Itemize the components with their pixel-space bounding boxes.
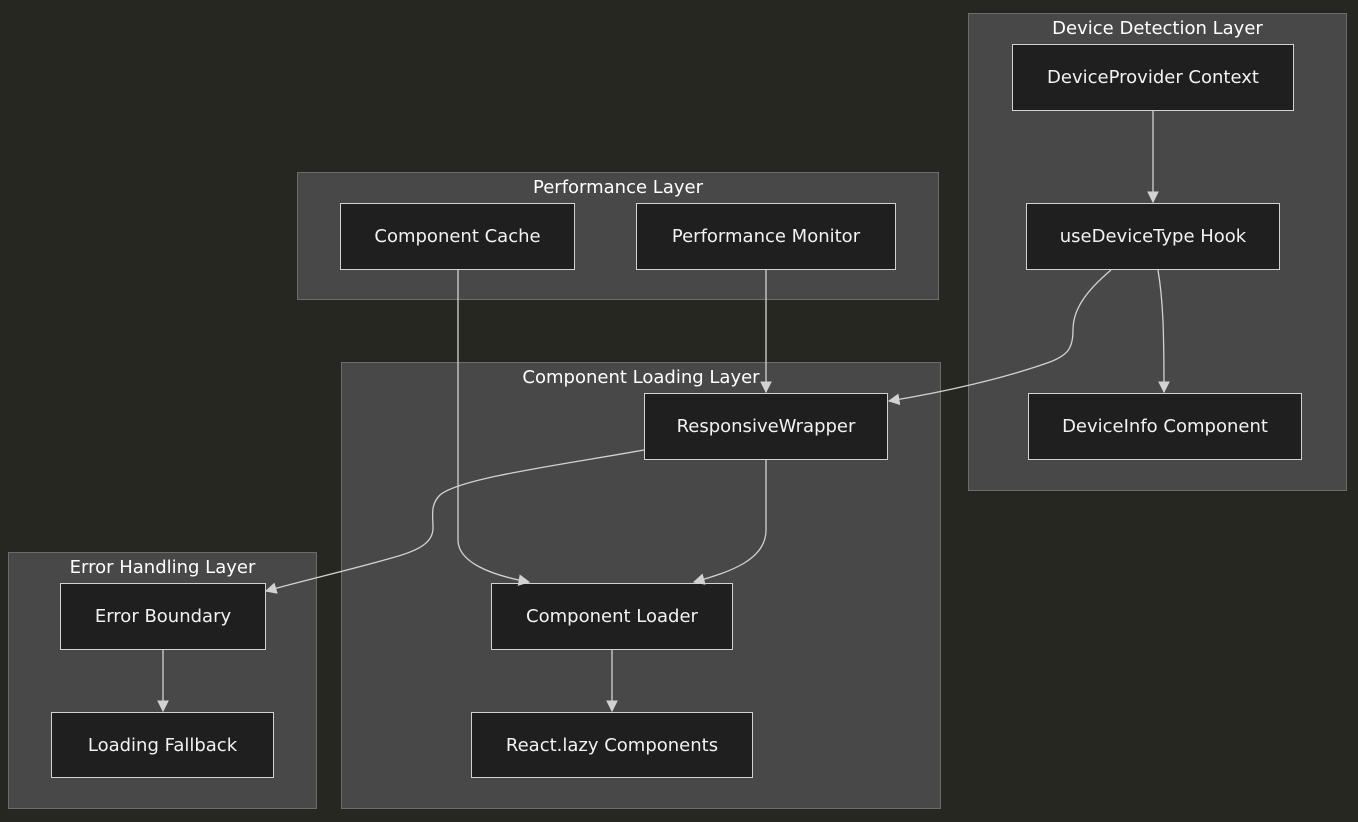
device-detection-layer-title: Device Detection Layer: [1052, 18, 1263, 39]
device-provider-node: DeviceProvider Context: [1012, 44, 1294, 111]
loading-fallback-node: Loading Fallback: [51, 712, 274, 778]
device-info-node: DeviceInfo Component: [1028, 393, 1302, 460]
component-loader-node: Component Loader: [491, 583, 733, 650]
error-boundary-node: Error Boundary: [60, 583, 266, 650]
responsive-wrapper-node: ResponsiveWrapper: [644, 393, 888, 460]
react-lazy-node: React.lazy Components: [471, 712, 753, 778]
component-cache-node: Component Cache: [340, 203, 575, 270]
use-device-type-node: useDeviceType Hook: [1026, 203, 1280, 270]
component-loading-layer-title: Component Loading Layer: [522, 367, 760, 388]
performance-layer-title: Performance Layer: [533, 177, 703, 198]
diagram-canvas: Device Detection Layer Performance Layer…: [0, 0, 1358, 822]
error-handling-layer-title: Error Handling Layer: [69, 557, 256, 578]
performance-monitor-node: Performance Monitor: [636, 203, 896, 270]
